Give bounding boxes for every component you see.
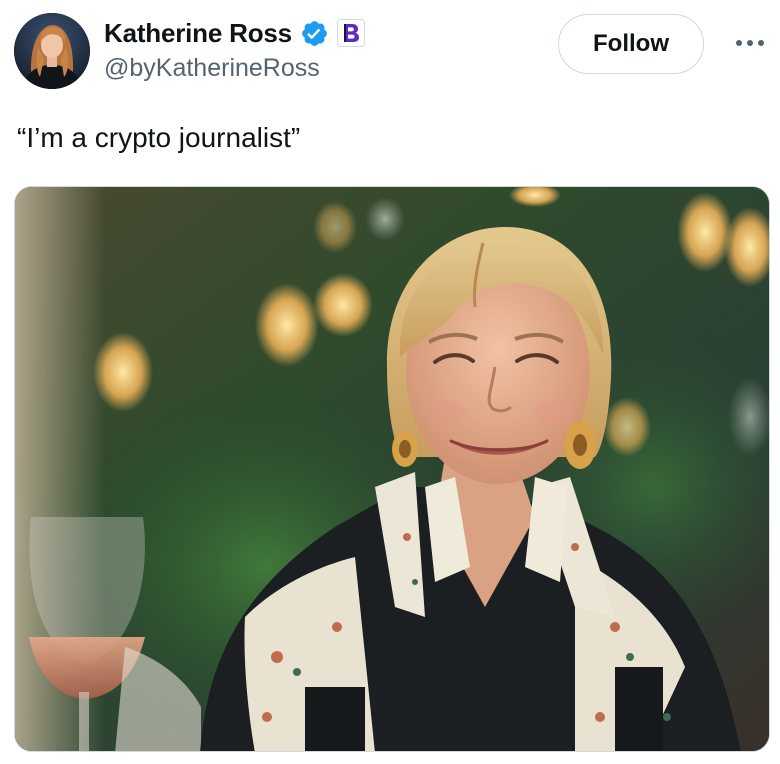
tweet-text: “I’m a crypto journalist” (17, 122, 301, 153)
tweet-card: Katherine Ross @byKatherineRoss Follow “… (0, 0, 780, 764)
author-name-row: Katherine Ross (104, 14, 365, 52)
verified-badge-icon[interactable] (300, 19, 329, 48)
avatar[interactable] (14, 13, 90, 89)
more-horizontal-icon (736, 40, 764, 46)
author-handle[interactable]: @byKatherineRoss (104, 54, 320, 83)
avatar-image (14, 13, 90, 89)
affiliate-badge-icon[interactable] (336, 19, 365, 47)
more-options-button[interactable] (730, 28, 770, 58)
tweet-media-photo[interactable] (14, 186, 770, 752)
display-name[interactable]: Katherine Ross (104, 18, 292, 49)
follow-button[interactable]: Follow (558, 14, 704, 74)
photo-woman-laughing-at-dinner (15, 187, 769, 751)
